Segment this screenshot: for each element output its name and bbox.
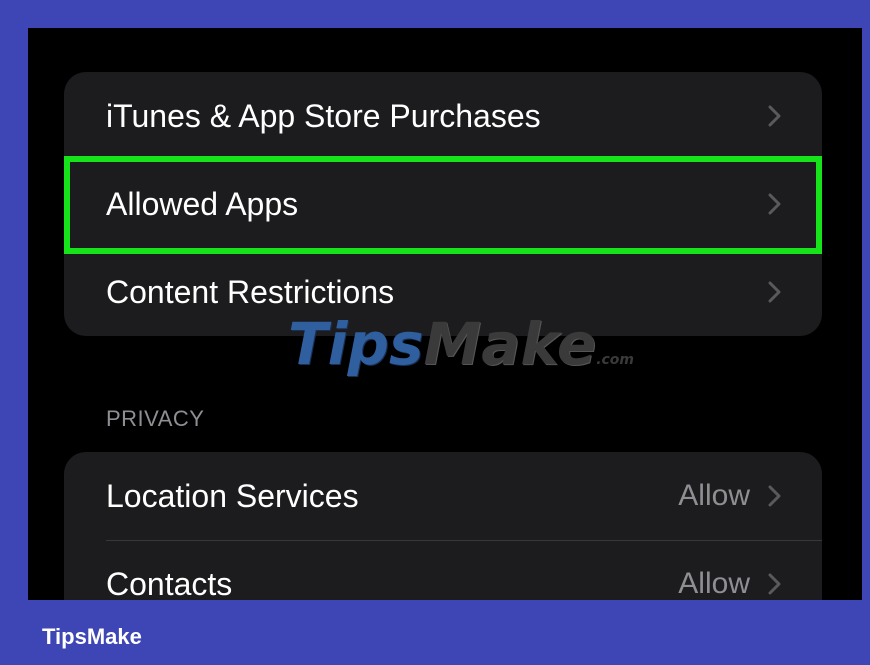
- brand-footer: TipsMake: [42, 624, 142, 649]
- chevron-right-icon: [768, 193, 781, 215]
- location-services-row[interactable]: Location Services Allow: [64, 452, 822, 540]
- privacy-group: Location Services Allow Contacts Allow: [64, 452, 822, 600]
- watermark-com: .com: [596, 352, 635, 368]
- ios-settings-screen: iTunes & App Store Purchases Allowed App…: [28, 28, 862, 600]
- row-label: Contacts: [106, 565, 233, 601]
- chevron-right-icon: [768, 281, 781, 303]
- privacy-section-header: PRIVACY: [106, 406, 205, 431]
- content-restrictions-row[interactable]: Content Restrictions: [64, 248, 822, 336]
- contacts-row[interactable]: Contacts Allow: [64, 540, 822, 600]
- itunes-app-store-purchases-row[interactable]: iTunes & App Store Purchases: [64, 72, 822, 160]
- row-label: iTunes & App Store Purchases: [106, 97, 541, 134]
- content-privacy-group: iTunes & App Store Purchases Allowed App…: [64, 72, 822, 336]
- chevron-right-icon: [768, 485, 781, 507]
- row-label: Allowed Apps: [106, 185, 299, 222]
- chevron-right-icon: [768, 573, 781, 595]
- row-label: Content Restrictions: [106, 273, 395, 310]
- row-value: Allow: [678, 567, 750, 600]
- chevron-right-icon: [768, 105, 781, 127]
- row-value: Allow: [678, 479, 750, 512]
- allowed-apps-row[interactable]: Allowed Apps: [64, 160, 822, 248]
- row-label: Location Services: [106, 477, 359, 514]
